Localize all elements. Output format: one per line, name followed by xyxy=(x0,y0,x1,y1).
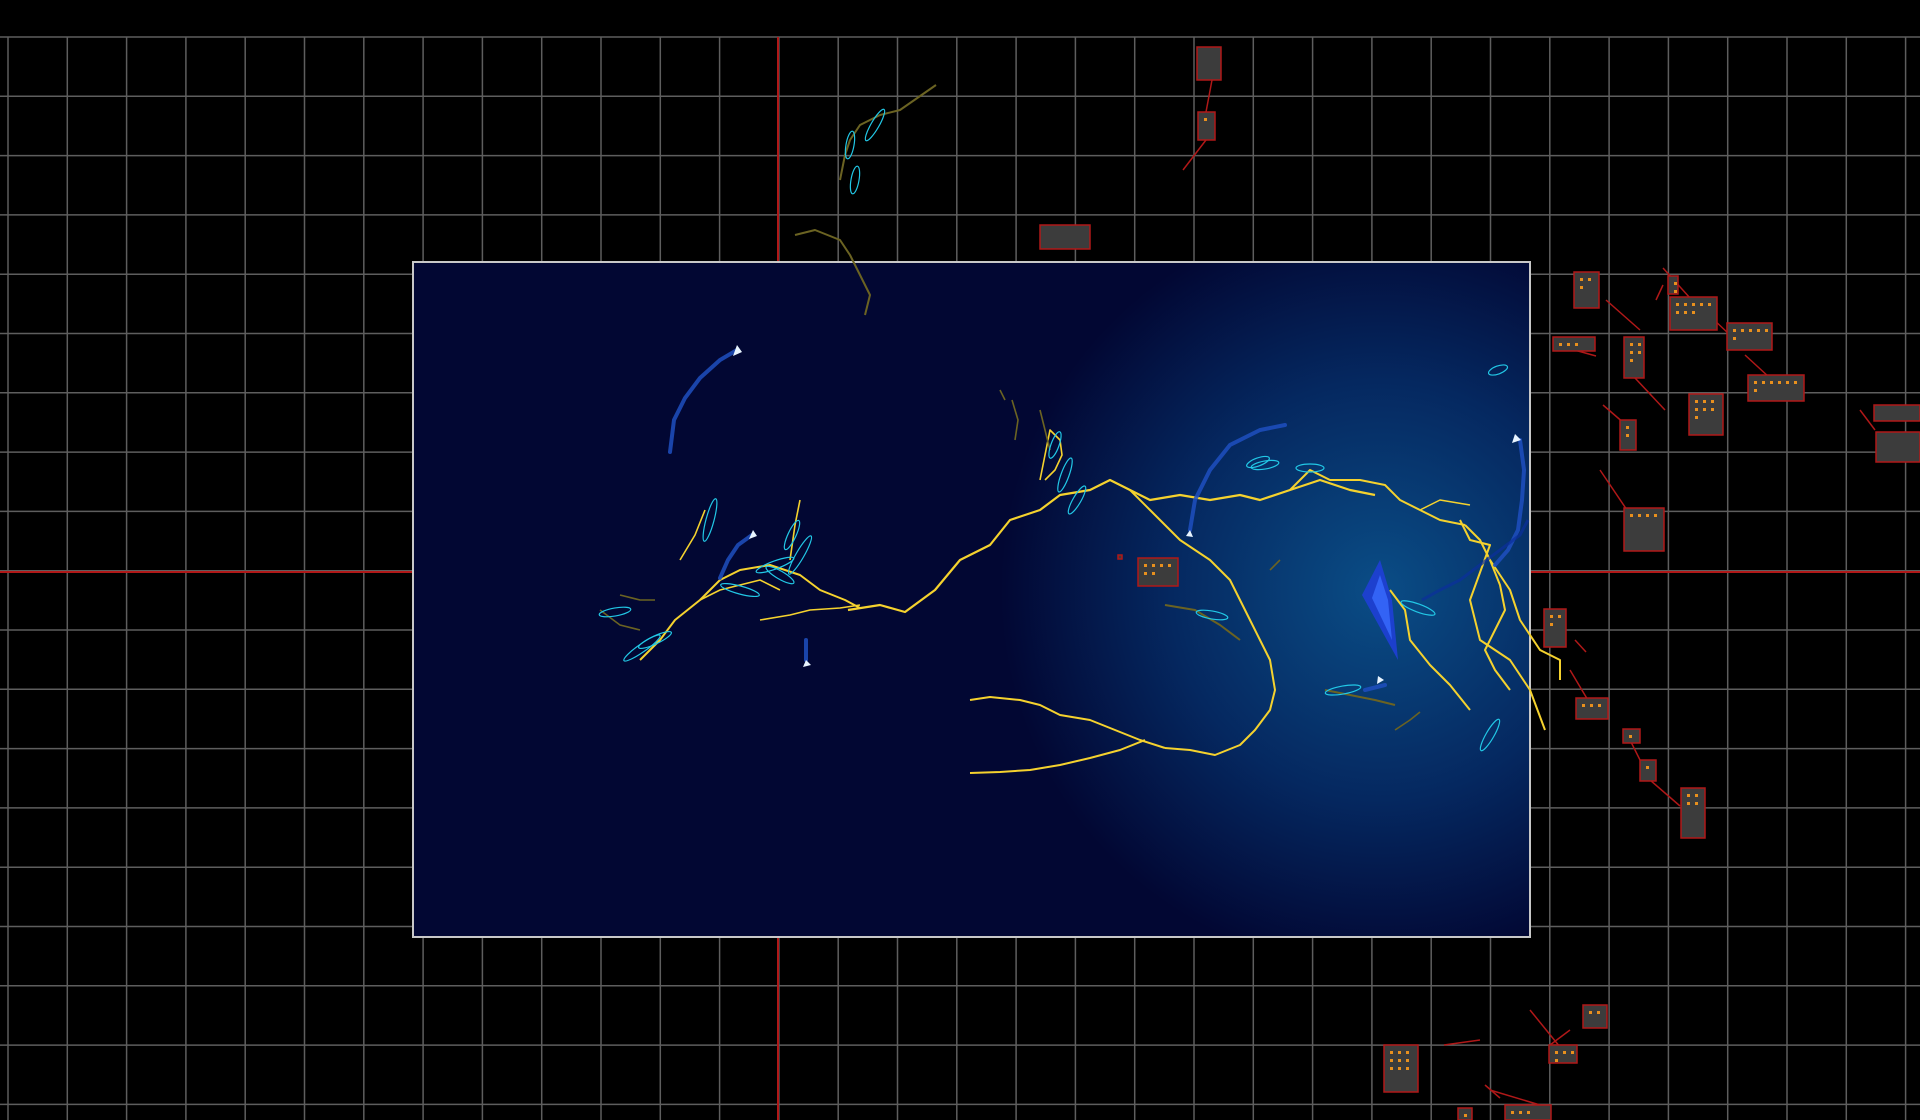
scene-object-node[interactable] xyxy=(1197,111,1216,141)
scene-object-node[interactable] xyxy=(1573,271,1600,309)
scene-object-node[interactable] xyxy=(1582,1004,1608,1029)
scene-object-node[interactable] xyxy=(1747,374,1805,402)
scene-object-node[interactable] xyxy=(1039,224,1091,250)
scene-object-node[interactable] xyxy=(1548,1044,1578,1064)
scene-object-node[interactable] xyxy=(1543,608,1567,648)
scene-object-node[interactable] xyxy=(1575,697,1609,720)
scene-object-node[interactable] xyxy=(1623,507,1665,552)
scene-object-node[interactable] xyxy=(1669,296,1718,331)
scene-object-node[interactable] xyxy=(1688,393,1724,436)
scene-object-node[interactable] xyxy=(1117,554,1123,560)
scene-canvas[interactable] xyxy=(0,0,1920,1120)
game-viewport[interactable] xyxy=(412,261,1531,938)
scene-object-node[interactable] xyxy=(1667,275,1679,295)
scene-object-node[interactable] xyxy=(1552,336,1596,352)
scene-object-node[interactable] xyxy=(1137,557,1179,587)
scene-object-node[interactable] xyxy=(1726,322,1773,351)
scene-object-node[interactable] xyxy=(1619,419,1637,451)
scene-object-node[interactable] xyxy=(1623,336,1645,379)
scene-object-node[interactable] xyxy=(1875,431,1920,463)
scene-object-node[interactable] xyxy=(1504,1104,1552,1120)
scene-object-node[interactable] xyxy=(1457,1107,1473,1120)
scene-object-node[interactable] xyxy=(1196,46,1222,81)
scene-object-node[interactable] xyxy=(1622,728,1641,744)
scene-object-node[interactable] xyxy=(1873,404,1920,422)
scene-object-node[interactable] xyxy=(1383,1044,1419,1093)
scene-object-node[interactable] xyxy=(1639,759,1657,782)
scene-object-node[interactable] xyxy=(1680,787,1706,839)
